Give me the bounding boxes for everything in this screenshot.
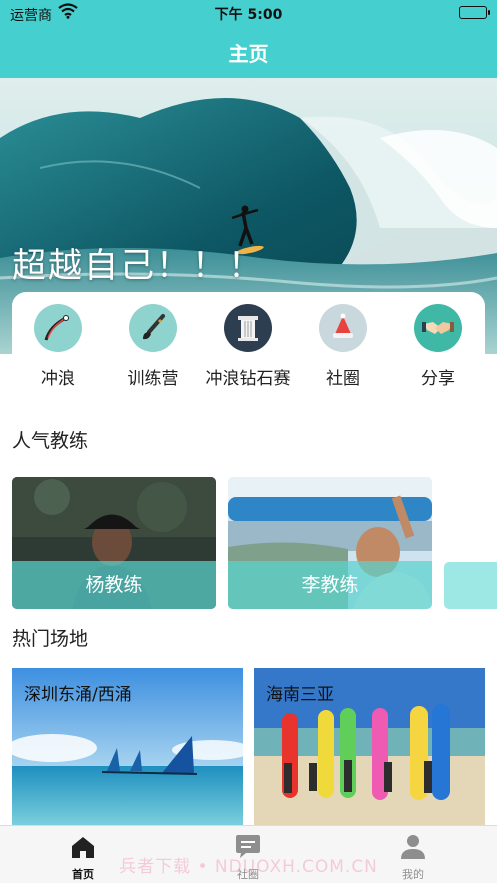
venue-name: 深圳东涌/西涌 — [24, 685, 132, 705]
status-bar: 运营商 下午 5:00 — [0, 0, 497, 26]
tab-home[interactable]: 首页 — [43, 832, 123, 882]
coach-card-peek[interactable] — [444, 562, 497, 609]
chat-icon — [208, 832, 288, 862]
tab-label: 首页 — [72, 868, 94, 881]
page-title: 主页 — [228, 42, 269, 66]
clock: 下午 5:00 — [214, 7, 283, 23]
category-label: 社圈 — [326, 369, 360, 389]
category-label: 冲浪 — [41, 369, 75, 389]
section-title-coaches: 人气教练 — [12, 430, 89, 452]
battery-icon — [459, 6, 490, 19]
handshake-icon — [414, 304, 462, 352]
category-training-camp[interactable]: 训练营 — [105, 304, 201, 389]
coach-card[interactable]: 杨教练 — [12, 477, 216, 609]
banner-slogan: 超越自己！！！ — [12, 246, 264, 286]
coach-name: 李教练 — [228, 561, 432, 609]
section-title-venues: 热门场地 — [12, 628, 89, 650]
tab-label: 我的 — [402, 868, 424, 881]
category-label: 分享 — [421, 369, 455, 389]
coach-card[interactable]: 李教练 — [228, 477, 432, 609]
tab-label: 社圈 — [237, 868, 259, 881]
venue-card[interactable]: 深圳东涌/西涌 — [12, 668, 243, 826]
category-label: 训练营 — [127, 369, 179, 389]
tab-circle[interactable]: 社圈 — [208, 832, 288, 882]
venue-card[interactable]: 海南三亚 — [254, 668, 485, 826]
category-label: 冲浪钻石赛 — [205, 369, 291, 389]
category-card: 冲浪 训练营 冲浪钻石赛 社圈 分享 — [12, 292, 485, 402]
coach-name: 杨教练 — [12, 561, 216, 609]
person-icon — [373, 832, 453, 862]
category-share[interactable]: 分享 — [390, 304, 486, 389]
category-diamond-race[interactable]: 冲浪钻石赛 — [200, 304, 296, 389]
category-circle[interactable]: 社圈 — [295, 304, 391, 389]
surfboard-icon — [34, 304, 82, 352]
home-icon — [43, 832, 123, 862]
tab-bar: 首页 社圈 我的 兵者下载 • NDUOXH.COM.CN — [0, 825, 497, 883]
category-surf[interactable]: 冲浪 — [10, 304, 106, 389]
brush-icon — [129, 304, 177, 352]
tab-mine[interactable]: 我的 — [373, 832, 453, 882]
santa-hat-icon — [319, 304, 367, 352]
nav-bar: 主页 — [0, 26, 497, 78]
pillar-icon — [224, 304, 272, 352]
venue-name: 海南三亚 — [266, 685, 334, 705]
